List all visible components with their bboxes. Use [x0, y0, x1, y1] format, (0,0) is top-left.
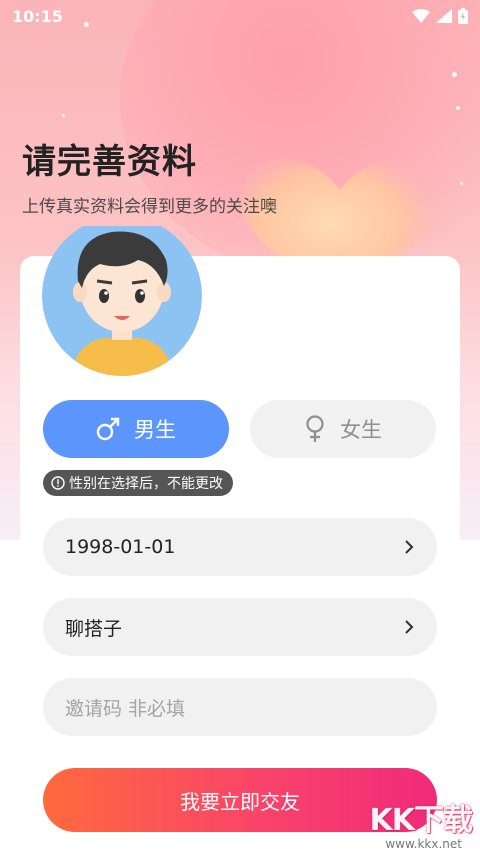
gender-female-button[interactable]: 女生	[250, 400, 436, 458]
sparkle	[460, 182, 463, 185]
purpose-field[interactable]: 聊搭子	[43, 598, 437, 656]
chevron-right-icon	[405, 540, 414, 554]
wifi-icon	[412, 9, 430, 23]
sparkle	[452, 72, 457, 77]
status-bar: 10:15	[0, 0, 480, 32]
gender-notice-badge: 性别在选择后，不能更改	[43, 470, 233, 496]
sparkle	[62, 114, 65, 117]
birthday-field[interactable]: 1998-01-01	[43, 518, 437, 576]
page-subtitle: 上传真实资料会得到更多的关注噢	[22, 197, 277, 217]
purpose-value: 聊搭子	[65, 617, 123, 640]
invite-code-input[interactable]: 邀请码 非必填	[43, 678, 437, 736]
gender-notice-text: 性别在选择后，不能更改	[69, 476, 223, 492]
info-icon	[51, 476, 65, 490]
status-time: 10:15	[12, 6, 63, 26]
page-title: 请完善资料	[22, 142, 197, 182]
birthday-value: 1998-01-01	[65, 536, 176, 558]
sparkle	[456, 106, 460, 110]
submit-button[interactable]: 我要立即交友	[43, 768, 437, 832]
chevron-right-icon	[405, 620, 414, 634]
gender-male-label: 男生	[134, 418, 176, 442]
signal-icon	[436, 9, 452, 23]
gender-female-label: 女生	[340, 418, 382, 442]
battery-icon	[458, 8, 468, 24]
gender-male-button[interactable]: 男生	[43, 400, 229, 458]
male-symbol-icon	[96, 417, 120, 441]
female-symbol-icon	[306, 415, 324, 442]
invite-code-placeholder: 邀请码 非必填	[65, 697, 186, 720]
submit-label: 我要立即交友	[180, 789, 300, 814]
